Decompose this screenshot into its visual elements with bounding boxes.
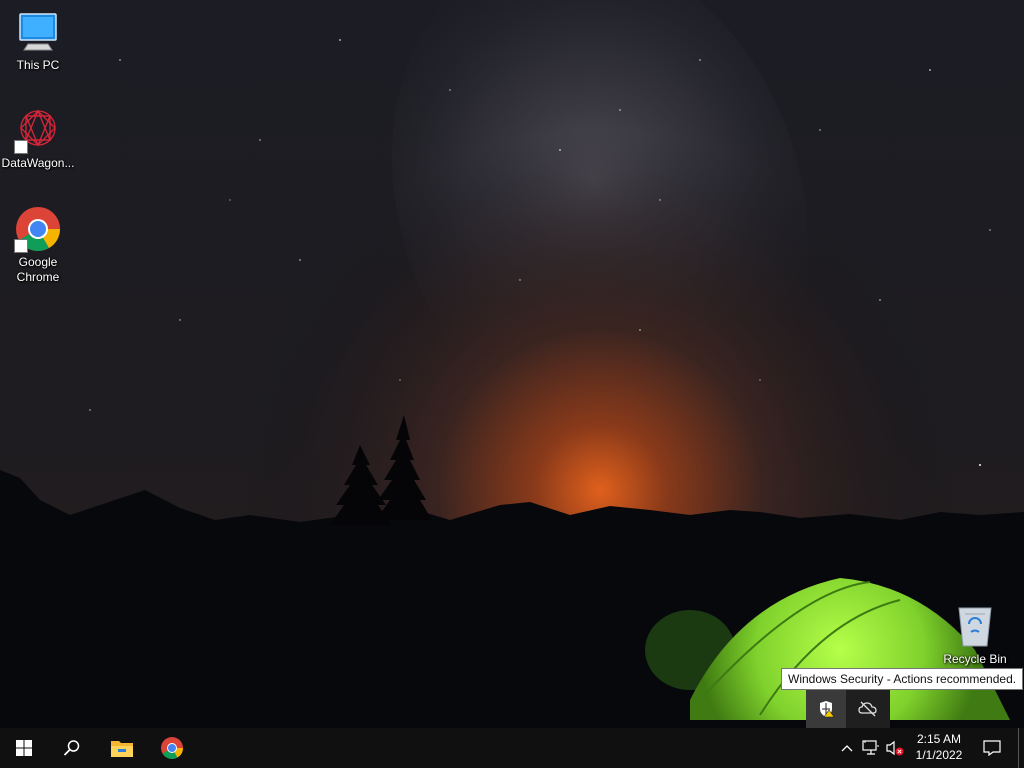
start-button[interactable] [0, 728, 48, 768]
action-center-button[interactable] [976, 728, 1008, 768]
this-pc-label: This PC [16, 58, 60, 72]
clock-date: 1/1/2022 [915, 748, 963, 762]
google-chrome-shortcut[interactable]: Google Chrome [0, 205, 76, 285]
taskbar-clock[interactable]: 2:15 AM 1/1/2022 [908, 728, 970, 768]
taskbar: 2:15 AM 1/1/2022 [0, 728, 1024, 768]
onedrive-tray-button[interactable] [848, 690, 888, 728]
action-center-icon [983, 740, 1001, 756]
start-icon [16, 740, 32, 756]
show-desktop-button[interactable] [1018, 728, 1024, 768]
network-icon [862, 740, 879, 755]
chrome-icon [14, 205, 62, 253]
desktop-wallpaper [0, 0, 1024, 728]
recycle-bin-icon [951, 602, 999, 650]
clock-time: 2:15 AM [916, 732, 962, 746]
network-button[interactable] [860, 728, 882, 768]
google-chrome-label: Google Chrome [16, 255, 60, 284]
this-pc-shortcut[interactable]: This PC [0, 8, 76, 73]
chrome-icon [161, 737, 183, 759]
file-explorer-icon [111, 741, 133, 757]
hidden-tray-icons-popup [806, 690, 890, 728]
volume-button[interactable] [884, 728, 906, 768]
show-hidden-icons-button[interactable] [836, 728, 858, 768]
volume-muted-icon [886, 740, 904, 756]
search-icon [63, 740, 80, 756]
shortcut-arrow-icon [14, 239, 28, 253]
windows-security-tray-button[interactable] [806, 690, 846, 728]
recycle-bin-label: Recycle Bin [943, 652, 1007, 666]
search-button[interactable] [48, 728, 96, 768]
recycle-bin-shortcut[interactable]: Recycle Bin [937, 602, 1013, 667]
datawagon-label: DataWagon... [1, 156, 75, 170]
datawagon-icon [14, 106, 62, 154]
datawagon-shortcut[interactable]: DataWagon... [0, 106, 76, 171]
shortcut-arrow-icon [14, 140, 28, 154]
chevron-up-icon [841, 745, 853, 752]
windows-security-warning-icon [820, 701, 835, 718]
windows-security-tooltip: Windows Security - Actions recommended. [781, 668, 1024, 690]
chrome-taskbar-button[interactable] [148, 728, 196, 768]
this-pc-icon [14, 8, 62, 56]
file-explorer-button[interactable] [98, 728, 146, 768]
onedrive-offline-icon [858, 701, 877, 717]
